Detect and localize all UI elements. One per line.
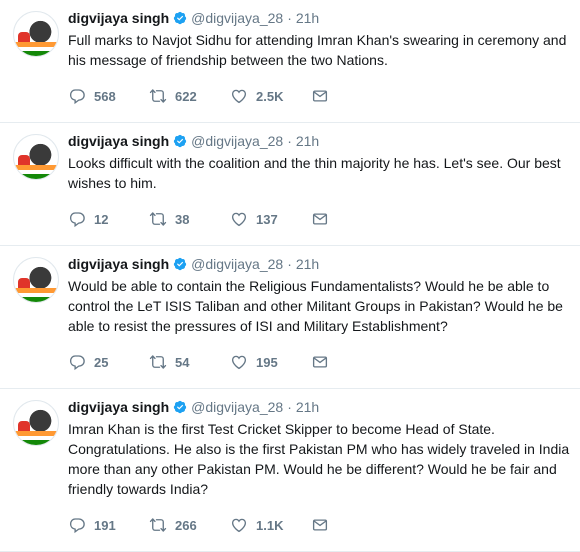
like-icon xyxy=(231,518,247,533)
avatar[interactable] xyxy=(13,134,59,180)
tweet-text: Would be able to contain the Religious F… xyxy=(68,278,563,334)
reply-button[interactable]: 191 xyxy=(68,516,149,534)
like-count: 195 xyxy=(256,354,278,370)
author-handle[interactable]: @digvijaya_28 xyxy=(191,255,283,273)
direct-message-button[interactable] xyxy=(311,210,329,228)
tweet[interactable]: digvijaya singh @digvijaya_28 · 21h Look… xyxy=(0,123,580,246)
retweet-count: 54 xyxy=(175,354,190,370)
like-count: 2.5K xyxy=(256,88,284,104)
retweet-button[interactable]: 622 xyxy=(149,87,230,105)
verified-badge-icon xyxy=(174,11,187,25)
author-name[interactable]: digvijaya singh xyxy=(68,9,169,27)
direct-message-button[interactable] xyxy=(311,516,329,534)
like-button[interactable]: 137 xyxy=(230,210,311,228)
retweet-button[interactable]: 54 xyxy=(149,353,230,371)
author-handle[interactable]: @digvijaya_28 xyxy=(191,9,283,27)
author-name[interactable]: digvijaya singh xyxy=(68,132,169,150)
like-button[interactable]: 195 xyxy=(230,353,311,371)
tweet-header: digvijaya singh @digvijaya_28 · 21h xyxy=(68,9,570,27)
timeline: digvijaya singh @digvijaya_28 · 21h Full… xyxy=(0,0,580,552)
like-icon xyxy=(231,89,247,104)
separator-dot: · xyxy=(287,133,292,149)
tweet-actions: 25 54 195 xyxy=(68,351,570,373)
like-button[interactable]: 2.5K xyxy=(230,87,311,105)
tweet-header: digvijaya singh @digvijaya_28 · 21h xyxy=(68,132,570,150)
author-handle[interactable]: @digvijaya_28 xyxy=(191,398,283,416)
tweet[interactable]: digvijaya singh @digvijaya_28 · 21h Imra… xyxy=(0,389,580,552)
author-name[interactable]: digvijaya singh xyxy=(68,398,169,416)
separator-dot: · xyxy=(287,256,292,272)
like-count: 137 xyxy=(256,211,278,227)
tweet-header: digvijaya singh @digvijaya_28 · 21h xyxy=(68,255,570,273)
avatar[interactable] xyxy=(13,11,59,57)
retweet-count: 38 xyxy=(175,211,190,227)
retweet-count: 622 xyxy=(175,88,197,104)
reply-button[interactable]: 568 xyxy=(68,87,149,105)
retweet-icon xyxy=(149,518,167,532)
tweet-text: Looks difficult with the coalition and t… xyxy=(68,155,561,191)
tweet-timestamp[interactable]: 21h xyxy=(296,255,319,273)
reply-count: 191 xyxy=(94,517,116,533)
reply-count: 12 xyxy=(94,211,109,227)
tweet-actions: 12 38 137 xyxy=(68,208,570,230)
verified-badge-icon xyxy=(174,400,187,414)
tweet-header: digvijaya singh @digvijaya_28 · 21h xyxy=(68,398,570,416)
direct-message-button[interactable] xyxy=(311,87,329,105)
tweet[interactable]: digvijaya singh @digvijaya_28 · 21h Woul… xyxy=(0,246,580,389)
retweet-icon xyxy=(149,212,167,226)
like-icon xyxy=(231,355,247,370)
tweet-timestamp[interactable]: 21h xyxy=(296,9,319,27)
reply-button[interactable]: 25 xyxy=(68,353,149,371)
retweet-button[interactable]: 38 xyxy=(149,210,230,228)
direct-message-button[interactable] xyxy=(311,353,329,371)
reply-icon xyxy=(69,89,85,105)
direct-message-icon xyxy=(312,519,328,531)
tweet-timestamp[interactable]: 21h xyxy=(296,398,319,416)
like-count: 1.1K xyxy=(256,517,284,533)
tweet-text: Full marks to Navjot Sidhu for attending… xyxy=(68,32,567,68)
reply-count: 568 xyxy=(94,88,116,104)
like-button[interactable]: 1.1K xyxy=(230,516,311,534)
verified-badge-icon xyxy=(174,134,187,148)
author-name[interactable]: digvijaya singh xyxy=(68,255,169,273)
reply-icon xyxy=(69,212,85,228)
reply-button[interactable]: 12 xyxy=(68,210,149,228)
avatar[interactable] xyxy=(13,400,59,446)
retweet-icon xyxy=(149,89,167,103)
like-icon xyxy=(231,212,247,227)
retweet-button[interactable]: 266 xyxy=(149,516,230,534)
retweet-count: 266 xyxy=(175,517,197,533)
tweet[interactable]: digvijaya singh @digvijaya_28 · 21h Full… xyxy=(0,0,580,123)
direct-message-icon xyxy=(312,90,328,102)
reply-icon xyxy=(69,355,85,371)
reply-icon xyxy=(69,518,85,534)
tweet-actions: 568 622 2.5K xyxy=(68,85,570,107)
reply-count: 25 xyxy=(94,354,109,370)
tweet-timestamp[interactable]: 21h xyxy=(296,132,319,150)
separator-dot: · xyxy=(287,10,292,26)
avatar[interactable] xyxy=(13,257,59,303)
author-handle[interactable]: @digvijaya_28 xyxy=(191,132,283,150)
direct-message-icon xyxy=(312,213,328,225)
retweet-icon xyxy=(149,355,167,369)
separator-dot: · xyxy=(287,399,292,415)
direct-message-icon xyxy=(312,356,328,368)
verified-badge-icon xyxy=(174,257,187,271)
tweet-text: Imran Khan is the first Test Cricket Ski… xyxy=(68,421,570,497)
tweet-actions: 191 266 1.1K xyxy=(68,514,570,536)
